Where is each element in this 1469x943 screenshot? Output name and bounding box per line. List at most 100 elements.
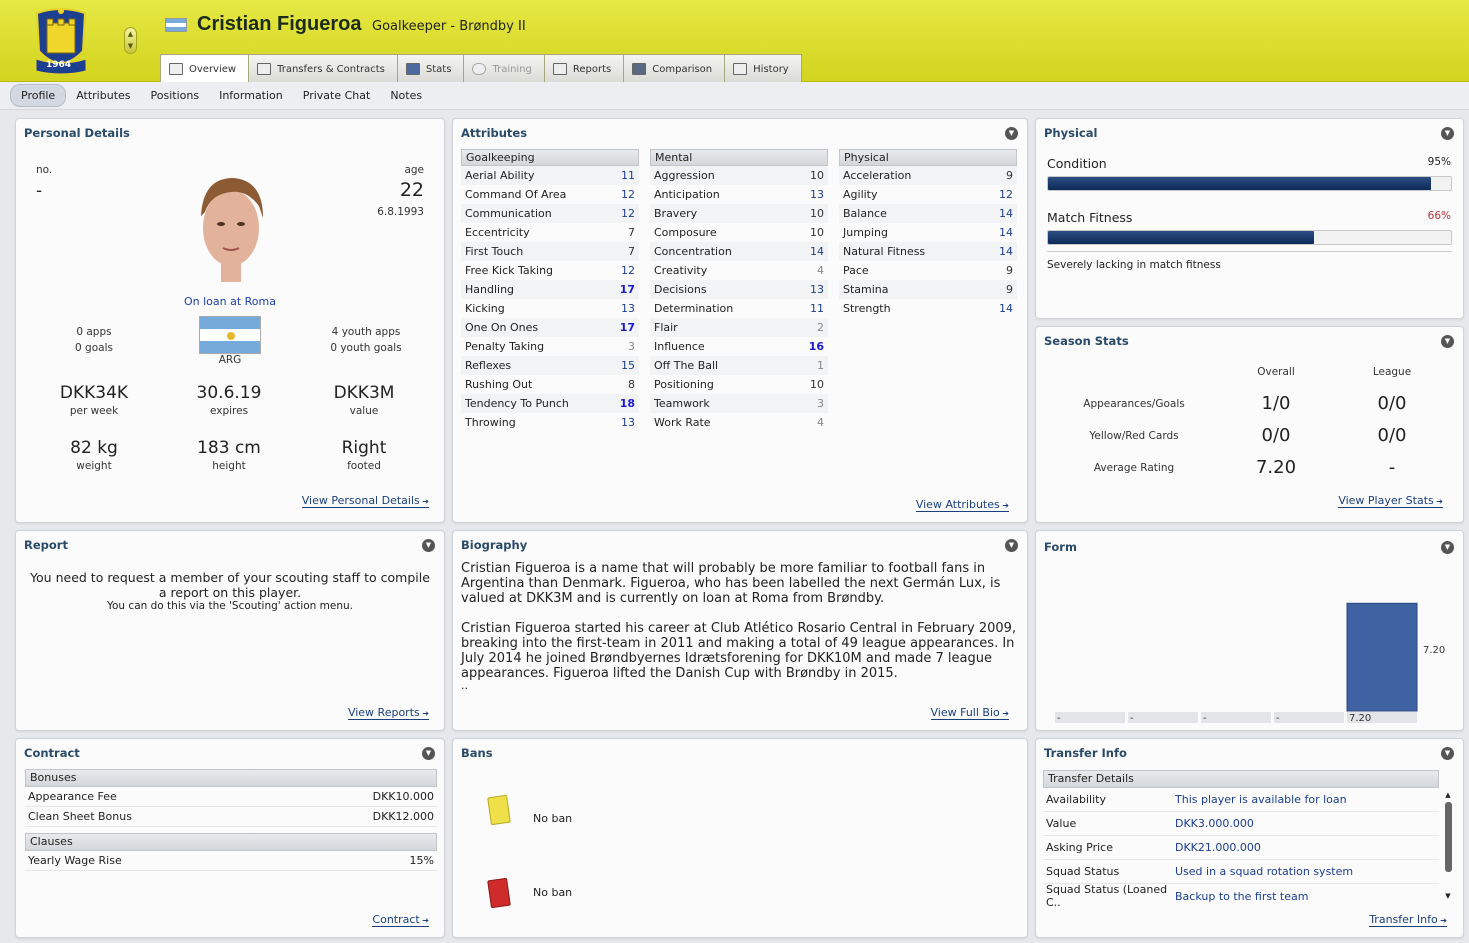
attribute-row[interactable]: Eccentricity 7 <box>461 223 639 242</box>
subnav-notes[interactable]: Notes <box>380 85 432 106</box>
attribute-value: 9 <box>1006 169 1013 182</box>
attribute-row[interactable]: Penalty Taking 3 <box>461 337 639 356</box>
previous-player-icon[interactable]: ▲ <box>125 28 136 40</box>
attribute-row[interactable]: Creativity 4 <box>650 261 828 280</box>
scroll-up-icon[interactable]: ▲ <box>1443 791 1453 800</box>
tab-comparison[interactable]: Comparison <box>623 54 726 83</box>
panel-menu-icon[interactable]: ▼ <box>422 747 435 760</box>
subnav-private-chat[interactable]: Private Chat <box>293 85 381 106</box>
attribute-row[interactable]: Aggression 10 <box>650 166 828 185</box>
tab-reports[interactable]: Reports <box>543 54 625 83</box>
subnav-information[interactable]: Information <box>209 85 293 106</box>
document-icon <box>257 63 272 75</box>
view-full-bio-link[interactable]: View Full Bio <box>930 706 1009 720</box>
attribute-row[interactable]: Acceleration 9 <box>839 166 1017 185</box>
history-icon <box>733 63 748 75</box>
attribute-list: Aggression 10 Anticipation 13 Bravery 10 Compo… <box>650 166 828 432</box>
attribute-name: Rushing Out <box>465 378 533 391</box>
form-slot-label: - <box>1203 713 1207 724</box>
attribute-row[interactable]: Stamina 9 <box>839 280 1017 299</box>
attribute-name: Free Kick Taking <box>465 264 554 277</box>
tab-label: History <box>753 63 789 75</box>
tab-stats[interactable]: Stats <box>396 54 465 83</box>
view-player-stats-link[interactable]: View Player Stats <box>1338 494 1443 508</box>
clause-value: 15% <box>409 854 434 867</box>
transfer-row-value: DKK3.000.000 <box>1175 817 1254 830</box>
attribute-name: Aggression <box>654 169 715 182</box>
attribute-value: 4 <box>817 416 824 429</box>
attribute-row[interactable]: Agility 12 <box>839 185 1017 204</box>
attribute-row[interactable]: Throwing 13 <box>461 413 639 432</box>
subnav-positions[interactable]: Positions <box>141 85 210 106</box>
view-personal-details-link[interactable]: View Personal Details <box>301 494 429 508</box>
attribute-row[interactable]: First Touch 7 <box>461 242 639 261</box>
attribute-row[interactable]: Kicking 13 <box>461 299 639 318</box>
league-column-header: League <box>1372 366 1412 378</box>
loan-status[interactable]: On loan at Roma <box>166 295 294 308</box>
tab-overview[interactable]: Overview <box>160 54 250 83</box>
tab-transfers-contracts[interactable]: Transfers & Contracts <box>248 54 398 83</box>
attribute-name: Communication <box>465 207 552 220</box>
next-player-icon[interactable]: ▼ <box>125 40 136 52</box>
panel-menu-icon[interactable]: ▼ <box>1441 541 1454 554</box>
attribute-row[interactable]: Free Kick Taking 12 <box>461 261 639 280</box>
attribute-row[interactable]: Decisions 13 <box>650 280 828 299</box>
attribute-name: One On Ones <box>465 321 539 334</box>
expiry-label: expires <box>209 405 249 417</box>
attribute-row[interactable]: Aerial Ability 11 <box>461 166 639 185</box>
panel-menu-icon[interactable]: ▼ <box>1441 747 1454 760</box>
tab-training[interactable]: Training <box>463 54 545 83</box>
attribute-row[interactable]: Natural Fitness 14 <box>839 242 1017 261</box>
panel-menu-icon[interactable]: ▼ <box>422 539 435 552</box>
contract-link[interactable]: Contract <box>372 913 429 927</box>
attribute-row[interactable]: Command Of Area 12 <box>461 185 639 204</box>
transfer-info-link[interactable]: Transfer Info <box>1369 913 1447 927</box>
attribute-group-header: Mental <box>650 149 828 166</box>
attribute-row[interactable]: Determination 11 <box>650 299 828 318</box>
transfer-row: Value DKK3.000.000 <box>1043 812 1439 836</box>
form-bar[interactable] <box>1346 602 1418 712</box>
player-navigation-stepper[interactable]: ▲ ▼ <box>124 27 137 54</box>
attribute-row[interactable]: Balance 14 <box>839 204 1017 223</box>
attribute-row[interactable]: Bravery 10 <box>650 204 828 223</box>
transfer-row-value: This player is available for loan <box>1175 793 1347 806</box>
view-reports-link[interactable]: View Reports <box>347 706 429 720</box>
panel-menu-icon[interactable]: ▼ <box>1005 539 1018 552</box>
scroll-down-icon[interactable]: ▼ <box>1443 892 1453 901</box>
attribute-row[interactable]: Anticipation 13 <box>650 185 828 204</box>
attribute-row[interactable]: Concentration 14 <box>650 242 828 261</box>
panel-menu-icon[interactable]: ▼ <box>1441 335 1454 348</box>
attribute-row[interactable]: Off The Ball 1 <box>650 356 828 375</box>
subnav-profile[interactable]: Profile <box>10 84 67 107</box>
attribute-row[interactable]: Strength 14 <box>839 299 1017 318</box>
stat-row-overall: 7.20 <box>1255 457 1297 478</box>
panel-menu-icon[interactable]: ▼ <box>1441 127 1454 140</box>
panel-title: Season Stats <box>1044 334 1129 348</box>
panel-menu-icon[interactable]: ▼ <box>1005 127 1018 140</box>
scrollbar-thumb[interactable] <box>1444 802 1452 872</box>
attribute-name: Work Rate <box>654 416 711 429</box>
attribute-row[interactable]: Work Rate 4 <box>650 413 828 432</box>
attribute-row[interactable]: Composure 10 <box>650 223 828 242</box>
attribute-row[interactable]: Rushing Out 8 <box>461 375 639 394</box>
subnav-attributes[interactable]: Attributes <box>66 85 140 106</box>
attribute-row[interactable]: Tendency To Punch 18 <box>461 394 639 413</box>
transfer-scrollbar[interactable]: ▲ ▼ <box>1443 791 1453 903</box>
attribute-row[interactable]: Communication 12 <box>461 204 639 223</box>
attribute-row[interactable]: Handling 17 <box>461 280 639 299</box>
view-attributes-link[interactable]: View Attributes <box>915 498 1009 512</box>
attribute-row[interactable]: Flair 2 <box>650 318 828 337</box>
contract-expiry: 30.6.19 <box>196 383 262 403</box>
tab-label: Stats <box>425 63 452 75</box>
tab-history[interactable]: History <box>724 54 802 83</box>
attribute-row[interactable]: Positioning 10 <box>650 375 828 394</box>
attribute-row[interactable]: Jumping 14 <box>839 223 1017 242</box>
attribute-value: 14 <box>999 207 1013 220</box>
attribute-row[interactable]: Teamwork 3 <box>650 394 828 413</box>
bonus-label: Appearance Fee <box>28 790 117 803</box>
attribute-value: 13 <box>810 283 824 296</box>
attribute-row[interactable]: Pace 9 <box>839 261 1017 280</box>
attribute-row[interactable]: Reflexes 15 <box>461 356 639 375</box>
attribute-row[interactable]: One On Ones 17 <box>461 318 639 337</box>
attribute-row[interactable]: Influence 16 <box>650 337 828 356</box>
